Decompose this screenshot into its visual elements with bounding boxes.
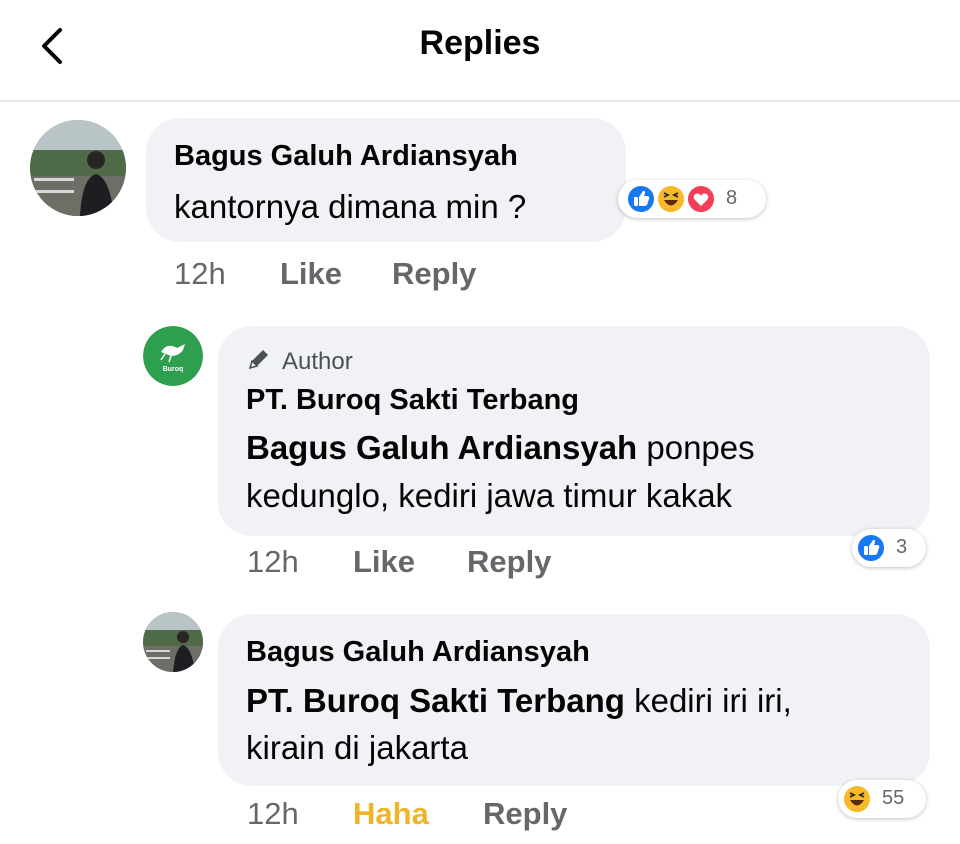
reaction-summary[interactable]: 3 xyxy=(852,529,926,567)
comment-bubble[interactable]: Bagus Galuh Ardiansyah kantornya dimana … xyxy=(146,118,626,242)
reaction-count: 8 xyxy=(726,187,738,209)
avatar[interactable] xyxy=(143,612,203,672)
comment-text: kantornya dimana min ? xyxy=(174,188,527,225)
like-button[interactable]: Like xyxy=(280,256,342,292)
avatar-brand-text: Buroq xyxy=(162,366,184,373)
author-badge: Author xyxy=(282,348,353,375)
reaction-count: 3 xyxy=(896,536,908,558)
reaction-summary[interactable]: 8 xyxy=(618,180,766,218)
mention-link[interactable]: Bagus Galuh Ardiansyah xyxy=(246,429,637,466)
reaction-count: 55 xyxy=(882,787,905,809)
comment-author[interactable]: Bagus Galuh Ardiansyah xyxy=(246,636,590,669)
comment-text-line1: PT. Buroq Sakti Terbang kediri iri iri, xyxy=(246,682,792,720)
page-avatar[interactable]: Buroq xyxy=(143,326,203,386)
comment-timestamp: 12h xyxy=(247,796,299,831)
reply-button[interactable]: Reply xyxy=(392,256,476,292)
comment-timestamp: 12h xyxy=(247,544,299,579)
comment-author[interactable]: PT. Buroq Sakti Terbang xyxy=(246,384,579,417)
page-title: Replies xyxy=(419,24,541,62)
comment-bubble[interactable]: Bagus Galuh Ardiansyah PT. Buroq Sakti T… xyxy=(218,614,930,786)
mention-link[interactable]: PT. Buroq Sakti Terbang xyxy=(246,682,625,719)
top-bar: Replies xyxy=(0,0,960,102)
pencil-icon xyxy=(248,350,268,370)
comment-text: ponpes xyxy=(637,429,755,466)
like-icon xyxy=(856,533,886,563)
like-icon xyxy=(626,184,656,214)
reaction-summary[interactable]: 55 xyxy=(838,780,926,818)
comment-author[interactable]: Bagus Galuh Ardiansyah xyxy=(174,140,518,173)
comment-text-line1: Bagus Galuh Ardiansyah ponpes xyxy=(246,429,755,467)
reply-button[interactable]: Reply xyxy=(483,796,567,832)
like-button[interactable]: Like xyxy=(353,544,415,580)
comment-bubble[interactable]: Author PT. Buroq Sakti Terbang Bagus Gal… xyxy=(218,326,930,536)
comment-text-line2: kirain di jakarta xyxy=(246,729,468,766)
haha-reaction-button[interactable]: Haha xyxy=(353,796,429,832)
comment-timestamp: 12h xyxy=(174,256,226,291)
haha-icon xyxy=(656,184,686,214)
comment-text-line2: kedunglo, kediri jawa timur kakak xyxy=(246,477,733,514)
haha-icon xyxy=(842,784,872,814)
love-icon xyxy=(686,184,716,214)
comment-text: kediri iri iri, xyxy=(624,682,792,719)
avatar[interactable] xyxy=(30,120,126,216)
reply-button[interactable]: Reply xyxy=(467,544,551,580)
